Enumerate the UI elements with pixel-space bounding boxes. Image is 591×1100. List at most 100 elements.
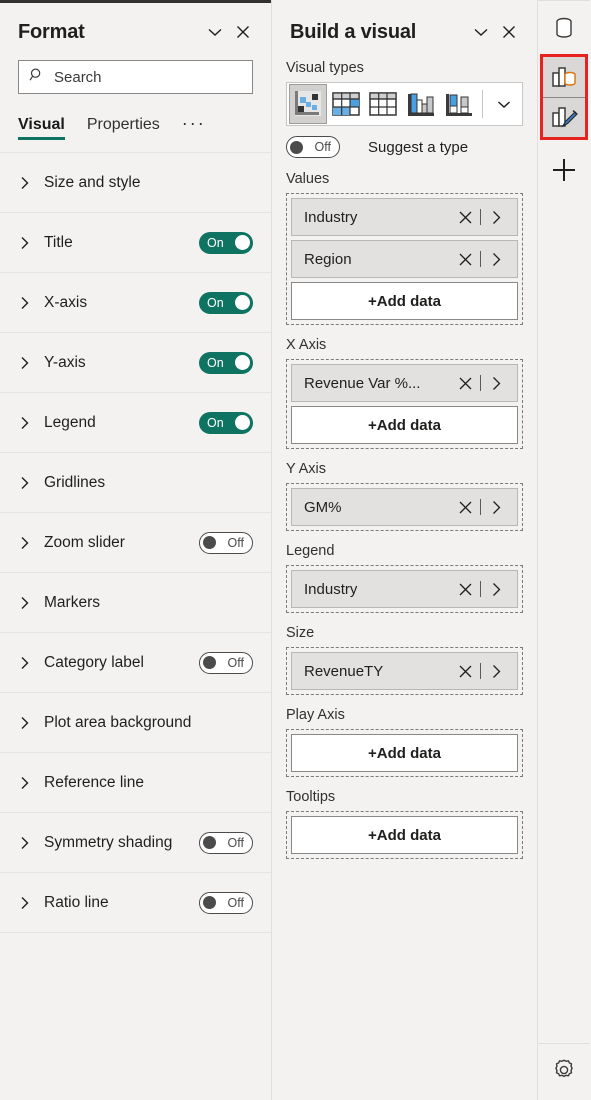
field-chip[interactable]: RevenueTY bbox=[291, 652, 518, 690]
tab-visual[interactable]: Visual bbox=[18, 116, 65, 140]
format-row-reference-line[interactable]: Reference line bbox=[0, 753, 271, 813]
close-icon[interactable] bbox=[495, 18, 523, 46]
chevron-down-icon[interactable] bbox=[489, 84, 520, 124]
chevron-right-icon[interactable] bbox=[485, 206, 507, 228]
tabs-overflow-icon[interactable]: ··· bbox=[182, 113, 206, 140]
search-icon bbox=[29, 67, 45, 88]
chevron-right-icon[interactable] bbox=[16, 654, 34, 672]
format-row-markers[interactable]: Markers bbox=[0, 573, 271, 633]
add-icon[interactable] bbox=[542, 148, 586, 192]
add-data-button-tooltips[interactable]: +Add data bbox=[291, 816, 518, 854]
chevron-down-icon[interactable] bbox=[467, 18, 495, 46]
settings-gear-icon[interactable] bbox=[542, 1048, 586, 1092]
field-chip[interactable]: GM% bbox=[291, 488, 518, 526]
well-size[interactable]: RevenueTY bbox=[286, 647, 523, 695]
toggle-title[interactable]: On bbox=[199, 231, 253, 254]
close-icon[interactable] bbox=[454, 372, 476, 394]
well-label-x-axis: X Axis bbox=[286, 337, 327, 353]
chevron-right-icon[interactable] bbox=[16, 834, 34, 852]
format-options-list: Size and style Title On X-axis On Y-axis On Leg… bbox=[0, 152, 271, 933]
close-icon[interactable] bbox=[454, 578, 476, 600]
toggle-state-label: Off bbox=[227, 895, 244, 910]
chevron-right-icon[interactable] bbox=[16, 474, 34, 492]
visual-type-stacked-column-chart[interactable] bbox=[440, 84, 478, 124]
toggle-symmetry-shading[interactable]: Off bbox=[199, 831, 253, 854]
add-data-button-x-axis[interactable]: +Add data bbox=[291, 406, 518, 444]
chip-divider bbox=[480, 581, 481, 597]
visual-type-matrix[interactable] bbox=[327, 84, 365, 124]
format-visual-icon[interactable] bbox=[543, 97, 585, 137]
format-row-legend[interactable]: Legend On bbox=[0, 393, 271, 453]
chevron-right-icon[interactable] bbox=[16, 294, 34, 312]
close-icon[interactable] bbox=[229, 18, 257, 46]
add-data-button-play-axis[interactable]: +Add data bbox=[291, 734, 518, 772]
chevron-right-icon[interactable] bbox=[485, 660, 507, 682]
field-wells: Values Industry Region +Add data X Axis Reven… bbox=[286, 171, 523, 859]
format-row-y-axis[interactable]: Y-axis On bbox=[0, 333, 271, 393]
chevron-right-icon[interactable] bbox=[485, 248, 507, 270]
format-row-x-axis[interactable]: X-axis On bbox=[0, 273, 271, 333]
format-row-size-and-style[interactable]: Size and style bbox=[0, 153, 271, 213]
well-label-y-axis: Y Axis bbox=[286, 461, 327, 477]
toggle-state-label: On bbox=[207, 415, 224, 430]
toggle-zoom-slider[interactable]: Off bbox=[199, 531, 253, 554]
close-icon[interactable] bbox=[454, 248, 476, 270]
format-row-zoom-slider[interactable]: Zoom slider Off bbox=[0, 513, 271, 573]
chevron-right-icon[interactable] bbox=[16, 714, 34, 732]
format-row-symmetry-shading[interactable]: Symmetry shading Off bbox=[0, 813, 271, 873]
toggle-legend[interactable]: On bbox=[199, 411, 253, 434]
field-chip-label: Industry bbox=[304, 208, 358, 226]
search-input[interactable]: Search bbox=[18, 60, 253, 94]
well-values[interactable]: Industry Region +Add data bbox=[286, 193, 523, 325]
suggest-a-type-toggle[interactable]: Off bbox=[286, 136, 340, 158]
toggle-y-axis[interactable]: On bbox=[199, 351, 253, 374]
visual-type-scatter-chart[interactable] bbox=[289, 84, 327, 124]
format-row-label: Markers bbox=[44, 593, 100, 611]
format-row-ratio-line[interactable]: Ratio line Off bbox=[0, 873, 271, 933]
well-legend[interactable]: Industry bbox=[286, 565, 523, 613]
chevron-right-icon[interactable] bbox=[485, 372, 507, 394]
format-row-plot-area-background[interactable]: Plot area background bbox=[0, 693, 271, 753]
chevron-right-icon[interactable] bbox=[16, 594, 34, 612]
visual-type-clustered-column-chart[interactable] bbox=[402, 84, 440, 124]
field-chip[interactable]: Region bbox=[291, 240, 518, 278]
close-icon[interactable] bbox=[454, 660, 476, 682]
chevron-right-icon[interactable] bbox=[16, 534, 34, 552]
well-y-axis[interactable]: GM% bbox=[286, 483, 523, 531]
visual-type-table[interactable] bbox=[365, 84, 403, 124]
well-label-size: Size bbox=[286, 625, 315, 641]
add-data-button-values[interactable]: +Add data bbox=[291, 282, 518, 320]
format-row-category-label[interactable]: Category label Off bbox=[0, 633, 271, 693]
field-chip-label: GM% bbox=[304, 498, 342, 516]
chevron-down-icon[interactable] bbox=[201, 18, 229, 46]
chevron-right-icon[interactable] bbox=[16, 174, 34, 192]
field-chip[interactable]: Industry bbox=[291, 198, 518, 236]
chip-divider bbox=[480, 663, 481, 679]
toggle-state-label: Off bbox=[227, 655, 244, 670]
toggle-x-axis[interactable]: On bbox=[199, 291, 253, 314]
field-chip[interactable]: Revenue Var %... bbox=[291, 364, 518, 402]
chevron-right-icon[interactable] bbox=[16, 354, 34, 372]
chevron-right-icon[interactable] bbox=[16, 894, 34, 912]
chevron-right-icon[interactable] bbox=[16, 234, 34, 252]
format-row-title[interactable]: Title On bbox=[0, 213, 271, 273]
chevron-right-icon[interactable] bbox=[16, 414, 34, 432]
format-row-gridlines[interactable]: Gridlines bbox=[0, 453, 271, 513]
chevron-right-icon[interactable] bbox=[16, 774, 34, 792]
chevron-right-icon[interactable] bbox=[485, 496, 507, 518]
toggle-category-label[interactable]: Off bbox=[199, 651, 253, 674]
chevron-right-icon[interactable] bbox=[485, 578, 507, 600]
power-bi-panes: Format Search Visual Properties ··· Size… bbox=[0, 0, 591, 1100]
field-chip[interactable]: Industry bbox=[291, 570, 518, 608]
well-tooltips[interactable]: +Add data bbox=[286, 811, 523, 859]
tab-properties[interactable]: Properties bbox=[87, 116, 160, 140]
well-x-axis[interactable]: Revenue Var %... +Add data bbox=[286, 359, 523, 449]
data-icon[interactable] bbox=[542, 6, 586, 50]
toggle-ratio-line[interactable]: Off bbox=[199, 891, 253, 914]
format-row-label: Title bbox=[44, 233, 73, 251]
build-visual-icon[interactable] bbox=[543, 57, 585, 97]
close-icon[interactable] bbox=[454, 206, 476, 228]
close-icon[interactable] bbox=[454, 496, 476, 518]
chip-divider bbox=[480, 375, 481, 391]
well-play-axis[interactable]: +Add data bbox=[286, 729, 523, 777]
